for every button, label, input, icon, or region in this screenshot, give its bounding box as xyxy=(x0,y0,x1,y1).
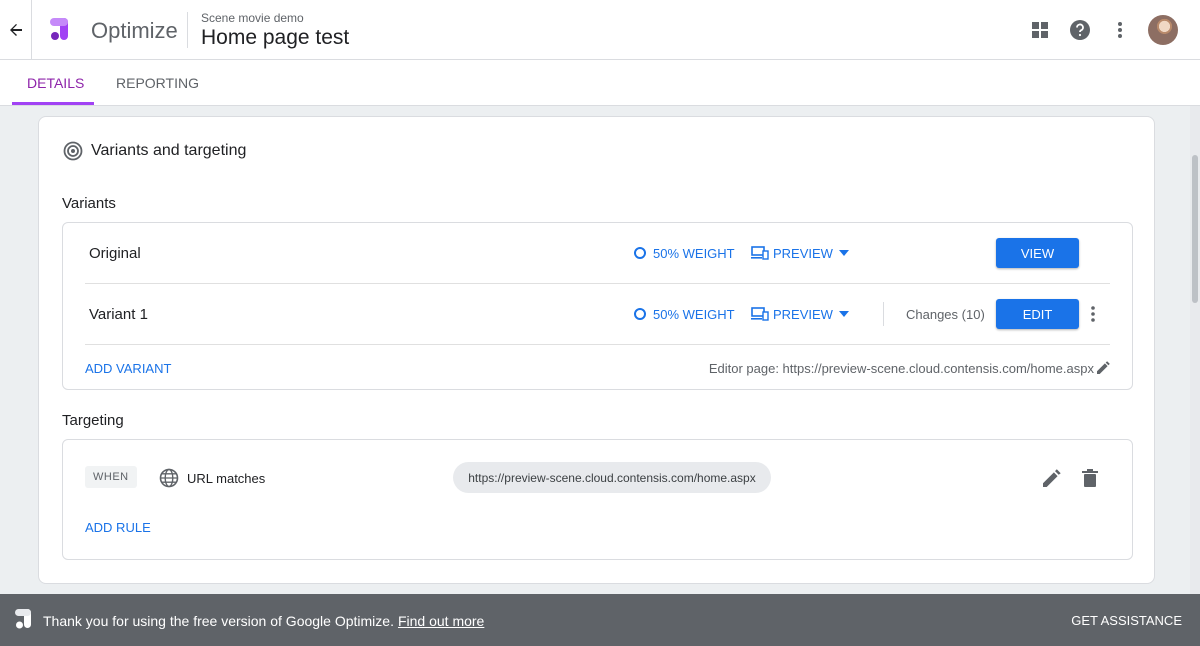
free-version-banner: Thank you for using the free version of … xyxy=(0,594,1200,646)
variants-box: Original 50% weight Preview View Variant… xyxy=(62,222,1133,390)
section-title: Variants and targeting xyxy=(91,142,247,159)
top-actions xyxy=(1016,14,1178,46)
avatar[interactable] xyxy=(1148,15,1178,45)
targeting-box: WHEN URL matches https://preview-scene.c… xyxy=(62,439,1133,560)
weight-icon xyxy=(634,308,646,320)
globe-icon xyxy=(159,468,179,488)
banner-message: Thank you for using the free version of … xyxy=(43,613,484,629)
add-variant-button[interactable]: Add variant xyxy=(85,361,171,376)
more-vert-icon[interactable] xyxy=(1104,14,1136,46)
caret-down-icon xyxy=(838,311,849,317)
variant-row-original: Original 50% weight Preview View xyxy=(85,223,1110,283)
add-rule-button[interactable]: Add rule xyxy=(85,520,151,535)
variants-label: Variants xyxy=(62,195,116,212)
divider xyxy=(883,302,884,326)
changes-count[interactable]: Changes (10) xyxy=(906,307,985,322)
preview-button[interactable]: Preview xyxy=(751,246,849,261)
weight-button[interactable]: 50% weight xyxy=(633,307,735,322)
scrollbar-thumb[interactable] xyxy=(1192,155,1198,303)
page-title: Home page test xyxy=(201,26,350,49)
product-name: Optimize xyxy=(91,18,178,43)
banner-text: Thank you for using the free version of … xyxy=(43,613,394,629)
get-assistance-button[interactable]: Get assistance xyxy=(1071,613,1182,628)
target-icon xyxy=(63,141,83,161)
row-divider xyxy=(85,344,1110,345)
condition-type[interactable]: URL matches xyxy=(159,468,265,488)
when-chip: WHEN xyxy=(85,466,137,488)
find-out-more-link[interactable]: Find out more xyxy=(398,613,484,629)
view-button[interactable]: View xyxy=(996,238,1079,268)
caret-down-icon xyxy=(838,250,849,256)
edit-button[interactable]: Edit xyxy=(996,299,1079,329)
weight-label: 50% weight xyxy=(653,245,735,261)
tab-reporting[interactable]: Reporting xyxy=(116,60,199,106)
active-tab-indicator xyxy=(12,102,94,105)
help-icon[interactable] xyxy=(1064,14,1096,46)
preview-label: Preview xyxy=(773,245,833,261)
back-arrow-icon[interactable] xyxy=(4,18,28,42)
delete-trash-icon[interactable] xyxy=(1079,467,1101,489)
apps-grid-icon[interactable] xyxy=(1024,14,1056,46)
edit-pencil-icon[interactable] xyxy=(1041,467,1063,489)
optimize-logo xyxy=(46,16,74,44)
variants-targeting-card: Variants and targeting Variants Original… xyxy=(38,116,1155,584)
editor-page-url: Editor page: https://preview-scene.cloud… xyxy=(708,361,1094,376)
weight-icon xyxy=(634,247,646,259)
breadcrumb-container[interactable]: Scene movie demo xyxy=(201,11,304,25)
preview-label: Preview xyxy=(773,306,833,322)
tab-bar: Details Reporting xyxy=(0,60,1200,106)
divider xyxy=(187,12,188,48)
optimize-logo xyxy=(15,609,31,629)
edit-pencil-icon[interactable] xyxy=(1097,361,1110,374)
weight-button[interactable]: 50% weight xyxy=(633,246,735,261)
variant-name: Variant 1 xyxy=(89,305,148,323)
divider xyxy=(31,0,32,60)
section-header: Variants and targeting xyxy=(63,141,246,161)
devices-icon xyxy=(751,246,769,260)
variant-name: Original xyxy=(89,244,141,262)
condition-label: URL matches xyxy=(187,470,266,486)
app-bar: Optimize Scene movie demo Home page test xyxy=(0,0,1200,60)
url-value-chip[interactable]: https://preview-scene.cloud.contensis.co… xyxy=(453,462,771,493)
targeting-label: Targeting xyxy=(62,412,124,429)
variant-row-1: Variant 1 50% weight Preview Changes (10… xyxy=(85,284,1110,344)
more-vert-icon[interactable] xyxy=(1085,302,1101,326)
devices-icon xyxy=(751,307,769,321)
weight-label: 50% weight xyxy=(653,306,735,322)
preview-button[interactable]: Preview xyxy=(751,307,849,322)
tab-details[interactable]: Details xyxy=(27,60,84,106)
